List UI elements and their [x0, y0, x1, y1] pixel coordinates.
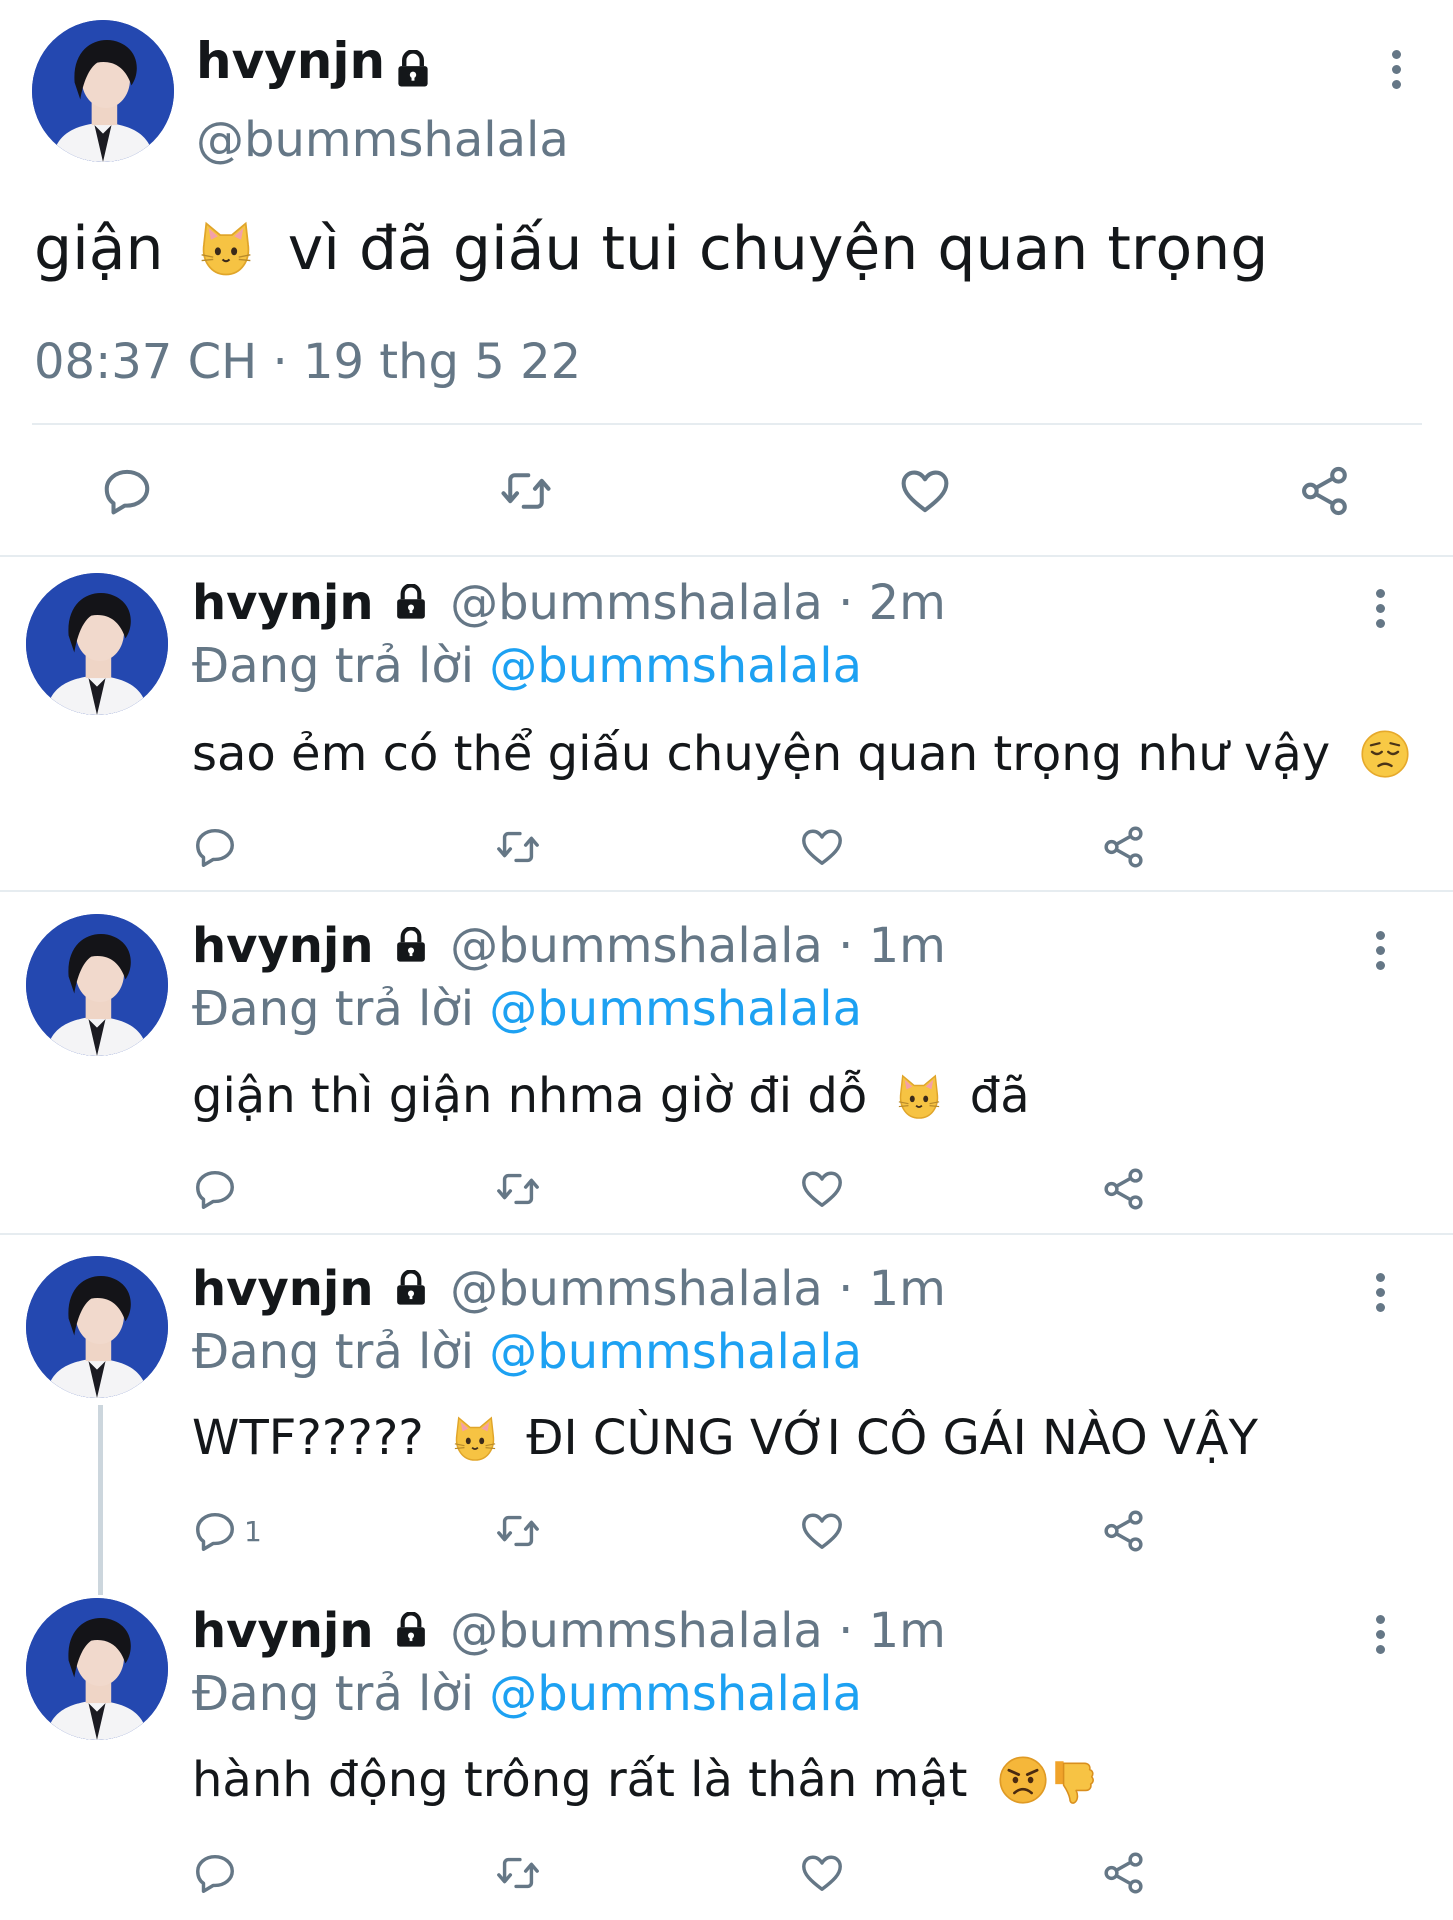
handle-time[interactable]: @bummshalala · 1m [450, 1261, 946, 1317]
lock-icon [394, 50, 432, 88]
reply-button[interactable] [100, 464, 154, 518]
reply-icon [192, 824, 238, 870]
more-icon[interactable] [1390, 50, 1402, 95]
like-icon [799, 1166, 845, 1212]
thread-connector [98, 1405, 103, 1595]
tweet-text-body: sao ẻm có thể giấu chuyện quan trọng như… [192, 726, 1331, 782]
cat-emoji [197, 221, 255, 277]
more-icon[interactable] [1374, 931, 1386, 976]
divider [0, 890, 1453, 892]
more-icon[interactable] [1374, 1273, 1386, 1318]
divider [0, 555, 1453, 557]
display-name[interactable]: hvynjn [192, 918, 374, 974]
like-button[interactable] [898, 464, 952, 518]
like-button[interactable] [799, 824, 845, 870]
cat-emoji [451, 1416, 499, 1462]
replying-label: Đang trả lời [192, 1666, 475, 1722]
divider [32, 423, 1422, 425]
retweet-icon [494, 1508, 542, 1554]
reply-icon [192, 1166, 238, 1212]
tweet-text-end: ĐI CÙNG VỚI CÔ GÁI NÀO VẬY [526, 1410, 1258, 1466]
reply-icon [192, 1850, 238, 1896]
retweet-icon [494, 1166, 542, 1212]
replying-label: Đang trả lời [192, 1324, 475, 1380]
angry-emoji [997, 1754, 1049, 1806]
avatar[interactable] [32, 20, 174, 162]
reply-button[interactable] [192, 1850, 244, 1896]
share-button[interactable] [1101, 824, 1147, 870]
lock-icon [393, 584, 429, 620]
handle-time[interactable]: @bummshalala · 2m [450, 575, 946, 631]
divider [0, 1233, 1453, 1235]
pensive-emoji [1359, 728, 1411, 780]
tweet-text: giận vì đã giấu tui chuyện quan trọng [34, 214, 1268, 284]
replying-label: Đang trả lời [192, 981, 475, 1037]
replying-to-link[interactable]: @bummshalala [489, 1666, 862, 1722]
tweet-text-start: giận [34, 214, 164, 284]
tweet-text: giận thì giận nhma giờ đi dỗ đã [192, 1068, 1030, 1124]
like-button[interactable] [799, 1166, 845, 1212]
replying-to-link[interactable]: @bummshalala [489, 981, 862, 1037]
like-icon [799, 1850, 845, 1896]
avatar[interactable] [26, 914, 168, 1056]
like-icon [799, 1508, 845, 1554]
reply-button[interactable] [192, 824, 244, 870]
share-button[interactable] [1101, 1166, 1147, 1212]
retweet-button[interactable] [497, 464, 555, 518]
share-button[interactable] [1101, 1850, 1147, 1896]
tweet-text: sao ẻm có thể giấu chuyện quan trọng như… [192, 726, 1411, 782]
thumbs-down-emoji [1049, 1754, 1099, 1806]
timestamp[interactable]: 08:37 CH · 19 thg 5 22 [34, 334, 581, 390]
tweet-text-end: vì đã giấu tui chuyện quan trọng [287, 214, 1269, 284]
avatar[interactable] [26, 573, 168, 715]
like-icon [799, 824, 845, 870]
retweet-button[interactable] [494, 824, 542, 870]
share-icon [1298, 464, 1352, 518]
handle-time[interactable]: @bummshalala · 1m [450, 918, 946, 974]
reply-count: 1 [244, 1514, 262, 1548]
retweet-button[interactable] [494, 1850, 542, 1896]
tweet-text: hành động trông rất là thân mật [192, 1752, 1099, 1808]
display-name[interactable]: hvynjn [192, 1261, 374, 1317]
tweet-text-end: đã [969, 1068, 1030, 1124]
tweet-text: WTF????? ĐI CÙNG VỚI CÔ GÁI NÀO VẬY [192, 1410, 1258, 1466]
display-name[interactable]: hvynjn [192, 1603, 374, 1659]
tweet-text-start: WTF????? [192, 1410, 424, 1466]
reply-button[interactable]: 1 [192, 1508, 262, 1554]
handle[interactable]: @bummshalala [196, 112, 569, 168]
replying-label: Đang trả lời [192, 638, 475, 694]
lock-icon [393, 927, 429, 963]
retweet-button[interactable] [494, 1166, 542, 1212]
lock-icon [393, 1612, 429, 1648]
more-icon[interactable] [1374, 1615, 1386, 1660]
share-icon [1101, 1850, 1147, 1896]
reply-icon [100, 464, 154, 518]
reply-icon [192, 1508, 238, 1554]
share-button[interactable] [1298, 464, 1352, 518]
retweet-icon [494, 1850, 542, 1896]
more-icon[interactable] [1374, 589, 1386, 634]
share-icon [1101, 1508, 1147, 1554]
like-button[interactable] [799, 1850, 845, 1896]
share-icon [1101, 824, 1147, 870]
like-button[interactable] [799, 1508, 845, 1554]
replying-to-link[interactable]: @bummshalala [489, 1324, 862, 1380]
display-name[interactable]: hvynjn [196, 32, 385, 90]
share-icon [1101, 1166, 1147, 1212]
tweet-text-body: hành động trông rất là thân mật [192, 1752, 968, 1808]
display-name[interactable]: hvynjn [192, 575, 374, 631]
tweet-text-start: giận thì giận nhma giờ đi dỗ [192, 1068, 868, 1124]
cat-emoji [895, 1074, 943, 1120]
retweet-button[interactable] [494, 1508, 542, 1554]
lock-icon [393, 1270, 429, 1306]
retweet-icon [494, 824, 542, 870]
retweet-icon [497, 464, 555, 518]
handle-time[interactable]: @bummshalala · 1m [450, 1603, 946, 1659]
avatar[interactable] [26, 1256, 168, 1398]
share-button[interactable] [1101, 1508, 1147, 1554]
reply-button[interactable] [192, 1166, 244, 1212]
like-icon [898, 464, 952, 518]
avatar[interactable] [26, 1598, 168, 1740]
replying-to-link[interactable]: @bummshalala [489, 638, 862, 694]
